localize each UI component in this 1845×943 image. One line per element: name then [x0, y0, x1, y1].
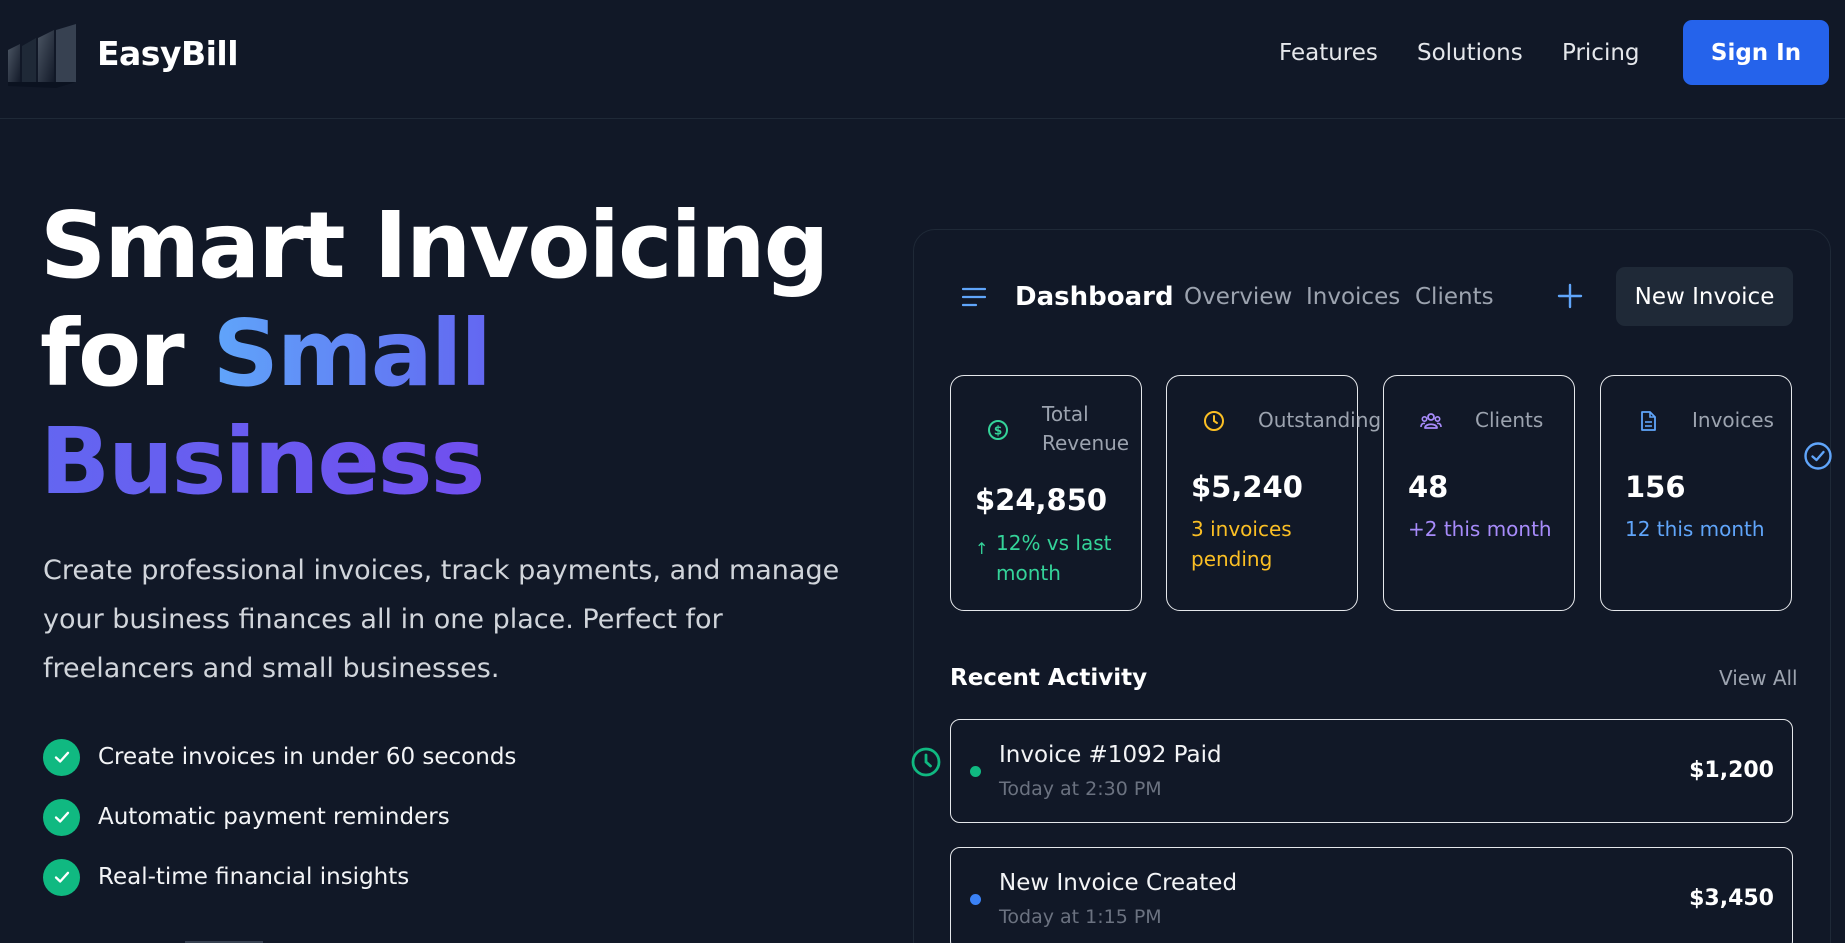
clock-icon	[911, 747, 941, 777]
hero-title-business: Business	[40, 408, 880, 516]
check-icon	[43, 798, 80, 836]
activity-item[interactable]: New Invoice Created Today at 1:15 PM $3,…	[950, 847, 1793, 943]
view-all-link[interactable]: View All	[1719, 666, 1798, 690]
hero-title-line-2: for Small	[40, 300, 880, 408]
stat-card-clients[interactable]: Clients 48 +2 this month	[1383, 375, 1575, 611]
nav-features[interactable]: Features	[1279, 40, 1378, 66]
nav-solutions[interactable]: Solutions	[1417, 40, 1523, 66]
status-dot	[970, 894, 981, 905]
stat-value: 48	[1408, 470, 1449, 504]
check-icon	[43, 858, 80, 896]
dollar-circle-icon: $	[988, 420, 1008, 440]
stat-label: Clients	[1475, 408, 1544, 432]
hero-description: Create professional invoices, track paym…	[43, 555, 840, 684]
plus-icon[interactable]	[1556, 282, 1584, 310]
activity-name: Invoice #1092 Paid	[999, 742, 1222, 768]
arrow-up-icon: ↑	[975, 539, 989, 558]
check-circle-icon	[1804, 442, 1832, 470]
feature-text: Create invoices in under 60 seconds	[98, 744, 517, 770]
stat-value: $24,850	[975, 483, 1108, 517]
hero-title: Smart Invoicing for Small Business	[40, 192, 880, 516]
stat-card-outstanding[interactable]: Outstanding $5,240 3 invoices pending	[1166, 375, 1381, 611]
hero-title-small: Small	[212, 300, 492, 407]
feature-item: Real-time financial insights	[43, 858, 409, 896]
feature-text: Real-time financial insights	[98, 864, 410, 890]
tab-clients[interactable]: Clients	[1415, 284, 1494, 310]
status-dot	[970, 766, 981, 777]
dashboard-title: Dashboard	[1015, 282, 1174, 312]
document-icon	[1641, 411, 1656, 431]
feature-text: Automatic payment reminders	[98, 804, 450, 830]
feature-item: Create invoices in under 60 seconds	[43, 738, 516, 776]
stat-sub: 12 this month	[1625, 517, 1765, 541]
stat-value: $5,240	[1191, 470, 1303, 504]
hero-title-line-1: Smart Invoicing	[40, 192, 829, 299]
stat-card-total-revenue[interactable]: $ Total Revenue $24,850 ↑ 12% vs last mo…	[950, 375, 1142, 611]
stat-label: Outstanding	[1258, 408, 1382, 432]
stat-value: 156	[1625, 470, 1686, 504]
activity-time: Today at 1:15 PM	[999, 906, 1162, 928]
nav-pricing[interactable]: Pricing	[1562, 40, 1640, 66]
new-invoice-button[interactable]: New Invoice	[1616, 267, 1793, 326]
stat-sub: +2 this month	[1408, 517, 1552, 541]
logo-icon[interactable]	[6, 24, 80, 88]
stat-label: Invoices	[1692, 408, 1774, 432]
recent-activity-title: Recent Activity	[950, 665, 1148, 691]
menu-icon[interactable]	[962, 286, 986, 308]
sign-in-button[interactable]: Sign In	[1683, 20, 1829, 85]
activity-name: New Invoice Created	[999, 870, 1238, 896]
tab-invoices[interactable]: Invoices	[1306, 284, 1400, 310]
stat-label: Total Revenue	[1042, 402, 1130, 455]
check-icon	[43, 738, 80, 776]
activity-amount: $3,450	[1689, 886, 1774, 911]
stat-card-invoices[interactable]: Invoices 156 12 this month	[1600, 375, 1792, 611]
clock-icon	[1204, 411, 1224, 431]
users-icon	[1420, 413, 1442, 429]
stat-sub: 12% vs last month	[996, 531, 1112, 585]
hero-title-for: for	[40, 300, 185, 407]
activity-time: Today at 2:30 PM	[999, 778, 1162, 800]
activity-amount: $1,200	[1689, 758, 1774, 783]
feature-item: Automatic payment reminders	[43, 798, 450, 836]
brand-name[interactable]: EasyBill	[97, 34, 239, 73]
site-header: EasyBill Features Solutions Pricing Sign…	[0, 0, 1845, 119]
tab-overview[interactable]: Overview	[1184, 284, 1292, 310]
svg-text:$: $	[994, 424, 1002, 438]
stat-sub: 3 invoices pending	[1191, 517, 1292, 571]
activity-item[interactable]: Invoice #1092 Paid Today at 2:30 PM $1,2…	[950, 719, 1793, 823]
